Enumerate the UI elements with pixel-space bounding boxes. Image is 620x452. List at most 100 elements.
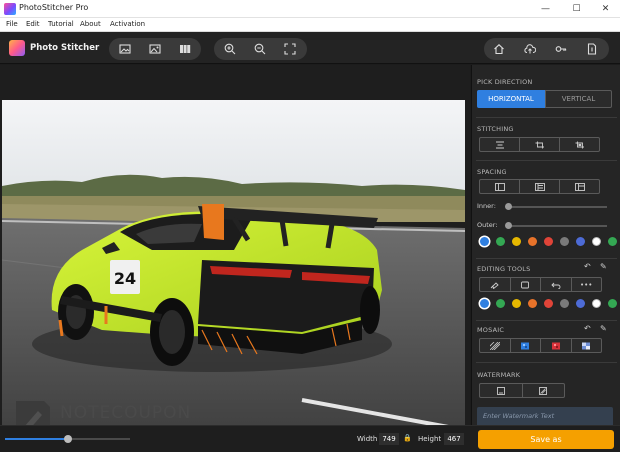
- color-swatch[interactable]: [528, 237, 537, 246]
- watermark-text-input[interactable]: Enter Watermark Text: [477, 407, 613, 425]
- color-swatch[interactable]: [512, 237, 521, 246]
- menu-activation[interactable]: Activation: [110, 20, 145, 28]
- blue-mosaic-icon: [521, 342, 530, 349]
- divider: [476, 117, 617, 118]
- activation-key-button[interactable]: [554, 42, 568, 56]
- color-swatch[interactable]: [608, 299, 617, 308]
- minimize-button[interactable]: —: [530, 0, 561, 18]
- document-icon: [587, 43, 597, 55]
- mosaic-options: [479, 338, 602, 353]
- color-swatch[interactable]: [560, 237, 569, 246]
- color-swatch[interactable]: [592, 237, 601, 246]
- stitch-crop-button[interactable]: [520, 138, 560, 151]
- height-value-field[interactable]: 467: [444, 433, 464, 445]
- spacing-options: [479, 179, 600, 194]
- mosaic-label: MOSAIC: [477, 326, 505, 334]
- pixel-mosaic-icon: [582, 342, 591, 349]
- more-tools-button[interactable]: •••: [572, 278, 602, 291]
- inner-spacing-slider[interactable]: [507, 206, 607, 208]
- color-swatch[interactable]: [560, 299, 569, 308]
- zoom-slider-fill: [5, 438, 68, 440]
- spacing-label: SPACING: [477, 168, 507, 176]
- align-lines-icon: [495, 141, 504, 148]
- save-as-button[interactable]: Save as: [478, 430, 614, 449]
- brush-tool-button[interactable]: [480, 278, 511, 291]
- clear-brush-icon[interactable]: ✎: [600, 262, 607, 271]
- arrow-back-icon: [551, 282, 561, 289]
- zoom-out-button[interactable]: [253, 42, 267, 56]
- color-swatch[interactable]: [480, 299, 489, 308]
- menu-file[interactable]: File: [6, 20, 18, 28]
- mosaic-red-button[interactable]: [541, 339, 572, 352]
- color-swatch[interactable]: [544, 237, 553, 246]
- mosaic-hatch-button[interactable]: [480, 339, 511, 352]
- stitch-align-button[interactable]: [480, 138, 520, 151]
- color-swatch[interactable]: [496, 299, 505, 308]
- spacing-right-button[interactable]: [560, 180, 599, 193]
- undo-icon[interactable]: ↶: [584, 262, 591, 271]
- add-image-alt-button[interactable]: [148, 42, 162, 56]
- stitching-label: STITCHING: [477, 125, 514, 133]
- pick-direction-label: PICK DIRECTION: [477, 78, 533, 86]
- spacing-left-button[interactable]: [480, 180, 520, 193]
- fit-screen-button[interactable]: [283, 42, 297, 56]
- close-button[interactable]: ✕: [590, 0, 620, 18]
- outer-spacing-slider[interactable]: [507, 225, 607, 227]
- color-swatch[interactable]: [544, 299, 553, 308]
- arrow-tool-button[interactable]: [541, 278, 572, 291]
- width-value-field[interactable]: 749: [379, 433, 399, 445]
- upload-button[interactable]: [523, 42, 537, 56]
- watermark-image-button[interactable]: [480, 384, 523, 397]
- aspect-lock-icon[interactable]: 🔒: [403, 434, 412, 442]
- divider: [476, 160, 617, 161]
- color-swatch[interactable]: [480, 237, 489, 246]
- zoom-in-button[interactable]: [223, 42, 237, 56]
- crop-icon: [535, 141, 544, 148]
- mosaic-clear-icon[interactable]: ✎: [600, 324, 607, 333]
- maximize-button[interactable]: ☐: [561, 0, 592, 18]
- color-swatch[interactable]: [576, 237, 585, 246]
- watermark-overlay-text: NOTECOUPON: [60, 403, 192, 423]
- add-image-button[interactable]: [118, 42, 132, 56]
- spacing-center-button[interactable]: [520, 180, 560, 193]
- mosaic-blue-button[interactable]: [511, 339, 541, 352]
- color-swatch[interactable]: [528, 299, 537, 308]
- watermark-options: [479, 383, 565, 398]
- outer-spacing-knob[interactable]: [505, 222, 512, 229]
- color-swatch[interactable]: [512, 299, 521, 308]
- inner-spacing-knob[interactable]: [505, 203, 512, 210]
- divider: [476, 320, 617, 321]
- brush-icon: [490, 281, 499, 289]
- home-button[interactable]: [492, 42, 506, 56]
- stitch-canvas[interactable]: 24: [0, 65, 470, 452]
- zoom-slider-knob[interactable]: [63, 435, 72, 443]
- zoom-in-icon: [224, 43, 236, 55]
- color-swatch[interactable]: [592, 299, 601, 308]
- columns-button[interactable]: [178, 42, 192, 56]
- window-title: PhotoStitcher Pro: [19, 3, 89, 12]
- document-button[interactable]: [585, 42, 599, 56]
- title-bar: PhotoStitcher Pro — ☐ ✕: [0, 0, 620, 18]
- watermark-pattern-button[interactable]: [523, 384, 565, 397]
- zoom-slider[interactable]: [5, 435, 130, 443]
- editing-tools-options: •••: [479, 277, 602, 292]
- color-swatch[interactable]: [496, 237, 505, 246]
- stitched-photo[interactable]: 24: [2, 100, 465, 452]
- color-swatch[interactable]: [576, 299, 585, 308]
- horizontal-direction-button[interactable]: HORIZONTAL: [477, 90, 545, 108]
- mosaic-undo-icon[interactable]: ↶: [584, 324, 591, 333]
- menu-about[interactable]: About: [80, 20, 101, 28]
- mosaic-pixel-button[interactable]: [572, 339, 602, 352]
- divider: [476, 362, 617, 363]
- color-swatch[interactable]: [608, 237, 617, 246]
- rectangle-tool-button[interactable]: [511, 278, 541, 291]
- crop-alt-icon: [575, 141, 584, 148]
- stitch-crop-alt-button[interactable]: [560, 138, 599, 151]
- vertical-direction-button[interactable]: VERTICAL: [545, 90, 612, 108]
- zoom-group: [214, 38, 307, 60]
- app-name: Photo Stitcher: [30, 43, 100, 53]
- more-tools-label: •••: [580, 280, 593, 289]
- menu-edit[interactable]: Edit: [26, 20, 40, 28]
- zoom-out-icon: [254, 43, 266, 55]
- menu-tutorial[interactable]: Tutorial: [48, 20, 74, 28]
